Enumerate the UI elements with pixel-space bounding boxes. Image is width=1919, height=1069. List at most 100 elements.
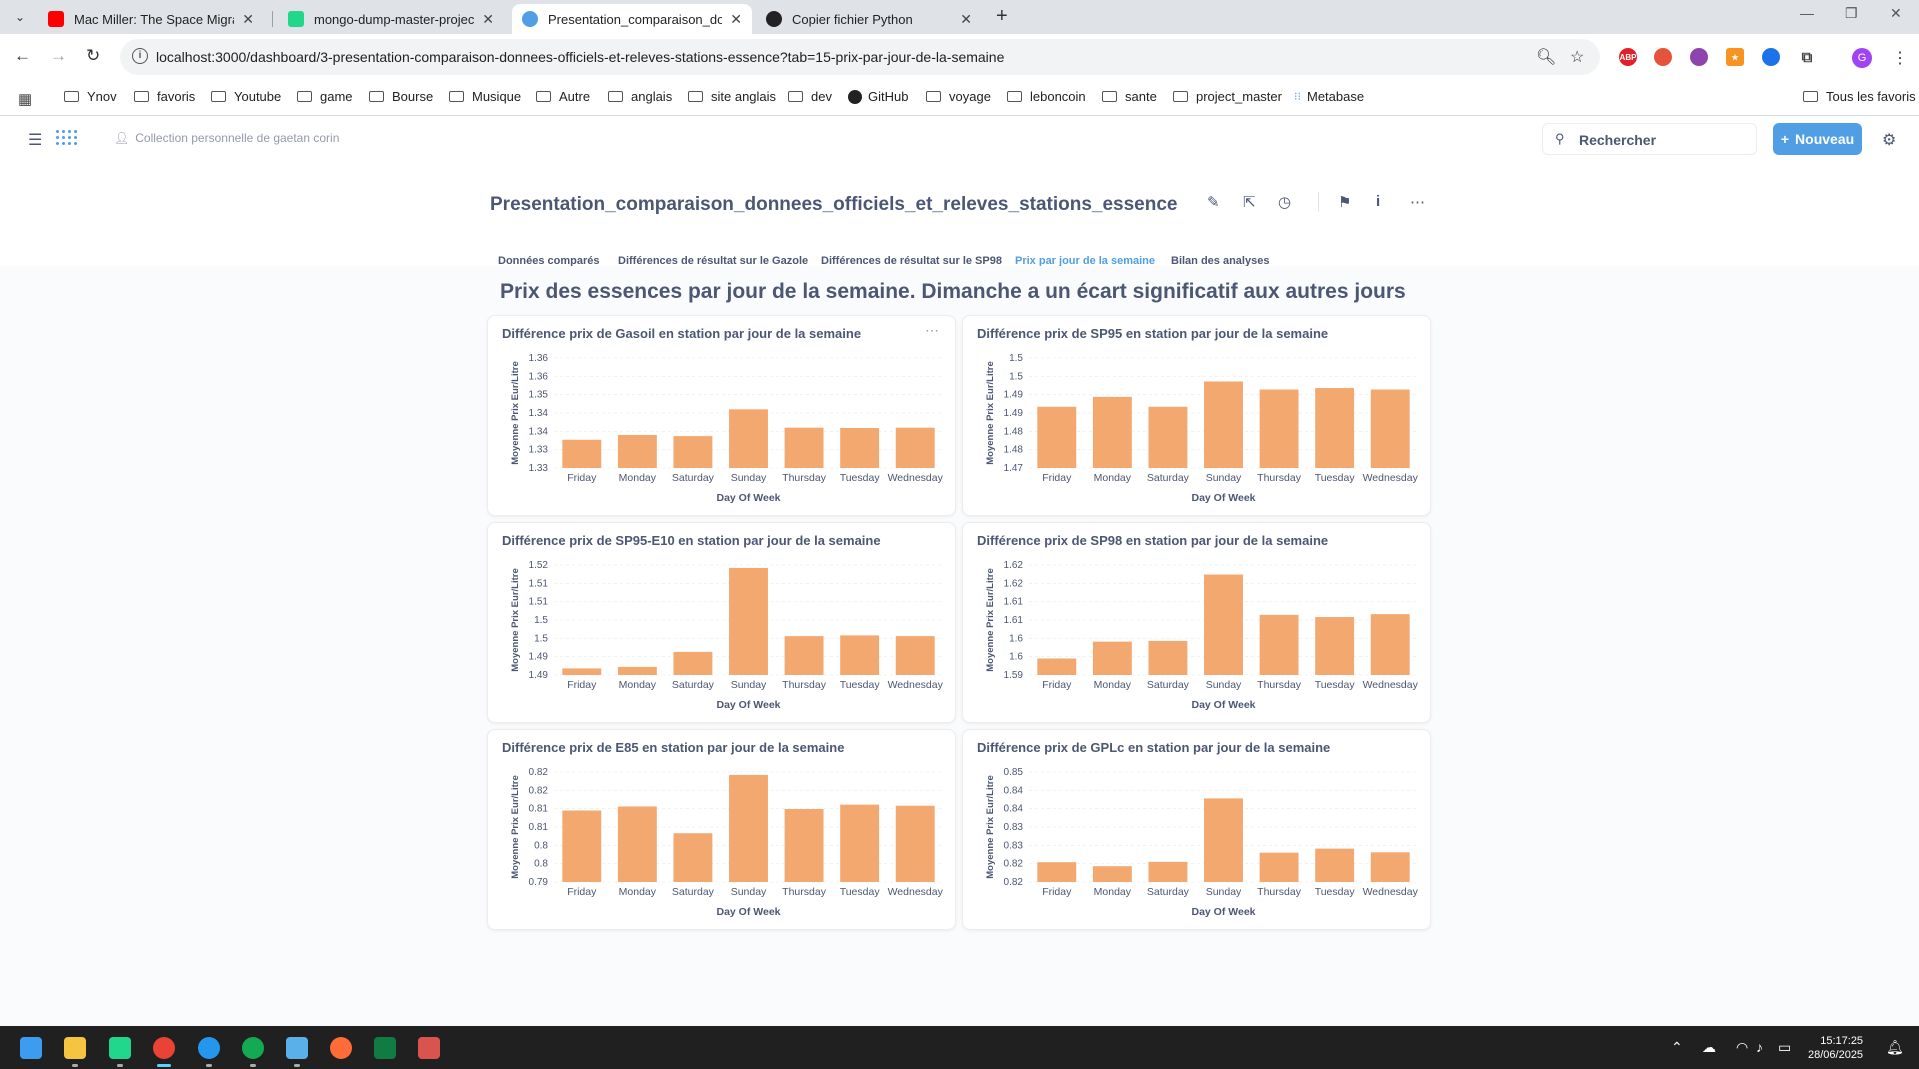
wifi-icon[interactable]: ◠ bbox=[1736, 1039, 1748, 1056]
close-icon[interactable]: ✕ bbox=[482, 11, 494, 28]
browser-tab-1[interactable]: Mac Miller: The Space Migration ✕ bbox=[38, 4, 264, 34]
bookmark-favoris[interactable]: favoris bbox=[134, 89, 195, 104]
mongodb-icon[interactable] bbox=[242, 1037, 264, 1059]
url-text[interactable]: localhost:3000/dashboard/3-presentation-… bbox=[156, 49, 1004, 65]
bookmark-ynov[interactable]: Ynov bbox=[64, 89, 117, 104]
onedrive-cloud-icon[interactable]: ☁ bbox=[1702, 1039, 1716, 1056]
back-arrow-icon[interactable]: ← bbox=[14, 46, 31, 66]
bar-sunday bbox=[1204, 381, 1243, 468]
bookmark-anglais[interactable]: anglais bbox=[608, 89, 672, 104]
browser-tab-4[interactable]: Copier fichier Python ✕ bbox=[756, 4, 982, 34]
postman-icon[interactable] bbox=[330, 1037, 352, 1059]
all-bookmarks[interactable]: Tous les favoris bbox=[1803, 89, 1916, 104]
y-tick-label: 1.33 bbox=[529, 445, 549, 456]
bookmark-bourse[interactable]: Bourse bbox=[369, 89, 433, 104]
calendar-app-icon[interactable] bbox=[418, 1037, 440, 1059]
breadcrumb[interactable]: 👤︎ Collection personnelle de gaetan cori… bbox=[114, 131, 339, 145]
bookmark-github[interactable]: GitHub bbox=[848, 89, 908, 104]
windows-start-icon[interactable] bbox=[20, 1037, 42, 1059]
bookmark-game[interactable]: game bbox=[297, 89, 353, 104]
battery-icon[interactable]: ▭ bbox=[1778, 1039, 1791, 1056]
close-window-icon[interactable]: ✕ bbox=[1890, 5, 1902, 22]
y-axis-label: Moyenne Prix Eur/Litre bbox=[985, 568, 996, 671]
bookmark-icon[interactable]: ⚑ bbox=[1338, 193, 1351, 211]
address-bar[interactable]: i localhost:3000/dashboard/3-presentatio… bbox=[120, 39, 1600, 75]
excel-icon[interactable] bbox=[374, 1037, 396, 1059]
extension-red-icon[interactable] bbox=[1654, 48, 1672, 66]
search-input[interactable]: ⚲ Rechercher bbox=[1542, 123, 1757, 155]
history-clock-icon[interactable]: ◷ bbox=[1278, 193, 1291, 211]
share-icon[interactable]: ⇱ bbox=[1243, 193, 1256, 211]
chrome-icon[interactable] bbox=[153, 1037, 175, 1059]
bookmark-dev[interactable]: dev bbox=[788, 89, 832, 104]
chart-card-gplc[interactable]: Différence prix de GPLc en station par j… bbox=[962, 729, 1431, 930]
chart-card-sp98[interactable]: Différence prix de SP98 en station par j… bbox=[962, 522, 1431, 723]
bookmark-musique[interactable]: Musique bbox=[449, 89, 521, 104]
bookmark-project-master[interactable]: project_master bbox=[1173, 89, 1282, 104]
y-tick-label: 1.5 bbox=[534, 633, 548, 644]
info-icon[interactable]: i bbox=[1376, 193, 1380, 210]
zoom-icon[interactable]: 🔍︎ bbox=[1536, 47, 1556, 67]
reload-icon[interactable]: ↻ bbox=[86, 46, 100, 66]
chart-card-sp95-e10[interactable]: Différence prix de SP95-E10 en station p… bbox=[487, 522, 956, 723]
docker-icon[interactable] bbox=[198, 1037, 220, 1059]
file-explorer-icon[interactable] bbox=[64, 1037, 86, 1059]
extensions-puzzle-icon[interactable]: ⧉ bbox=[1798, 48, 1816, 66]
browser-tab-2[interactable]: mongo-dump-master-project - ✕ bbox=[278, 4, 504, 34]
bookmark-metabase[interactable]: ⁝⁝ Metabase bbox=[1294, 89, 1364, 104]
extension-purple-icon[interactable] bbox=[1690, 48, 1708, 66]
site-info-icon[interactable]: i bbox=[132, 48, 148, 64]
gear-icon[interactable]: ⚙ bbox=[1882, 130, 1896, 150]
y-tick-label: 0.82 bbox=[1004, 877, 1024, 888]
y-tick-label: 0.84 bbox=[1004, 804, 1024, 815]
profile-avatar[interactable]: G bbox=[1852, 48, 1872, 68]
bookmark-star-icon[interactable]: ☆ bbox=[1570, 47, 1584, 67]
bar-thursday bbox=[784, 427, 824, 468]
tab-search-chevron-icon[interactable]: ⌄ bbox=[8, 6, 32, 28]
chart-card-sp95[interactable]: Différence prix de SP95 en station par j… bbox=[962, 315, 1431, 516]
chevron-up-icon[interactable]: ⌃ bbox=[1671, 1039, 1683, 1056]
close-icon[interactable]: ✕ bbox=[960, 11, 972, 28]
y-tick-label: 1.35 bbox=[529, 390, 549, 401]
page-title[interactable]: Presentation_comparaison_donnees_officie… bbox=[490, 194, 1178, 216]
browser-tab-3-active[interactable]: Presentation_comparaison_don ✕ bbox=[512, 4, 752, 34]
notification-bell-icon[interactable]: 🔔︎ bbox=[1886, 1039, 1904, 1056]
dashboard-canvas bbox=[0, 266, 1919, 1026]
y-tick-label: 1.48 bbox=[1004, 445, 1024, 456]
chart-card-gasoil[interactable]: Différence prix de Gasoil en station par… bbox=[487, 315, 956, 516]
apps-grid-icon[interactable]: ▦ bbox=[18, 90, 32, 108]
folder-icon bbox=[788, 91, 803, 102]
bookmark-voyage[interactable]: voyage bbox=[926, 89, 991, 104]
metabase-logo[interactable] bbox=[56, 128, 80, 148]
more-options-icon[interactable]: ⋯ bbox=[1410, 193, 1425, 211]
new-tab-plus-icon[interactable]: + bbox=[996, 5, 1008, 28]
system-clock[interactable]: 15:17:25 28/06/2025 bbox=[1808, 1034, 1863, 1062]
bar-thursday bbox=[1259, 389, 1299, 468]
close-icon[interactable]: ✕ bbox=[730, 11, 742, 28]
bookmark-leboncoin[interactable]: leboncoin bbox=[1007, 89, 1086, 104]
x-tick-label: Friday bbox=[1042, 472, 1072, 484]
close-icon[interactable]: ✕ bbox=[242, 11, 254, 28]
chart-card-e85[interactable]: Différence prix de E85 en station par jo… bbox=[487, 729, 956, 930]
bookmark-autre[interactable]: Autre bbox=[536, 89, 590, 104]
bookmark-youtube[interactable]: Youtube bbox=[211, 89, 281, 104]
adblock-icon[interactable]: ABP bbox=[1619, 48, 1637, 66]
minimize-icon[interactable]: — bbox=[1800, 5, 1814, 21]
volume-icon[interactable]: ♪ bbox=[1756, 1039, 1763, 1055]
x-tick-label: Wednesday bbox=[888, 679, 944, 691]
bookmark-site-anglais[interactable]: site anglais bbox=[688, 89, 776, 104]
pycharm-icon[interactable] bbox=[109, 1037, 131, 1059]
notepad-icon[interactable] bbox=[286, 1037, 308, 1059]
bookmark-sante[interactable]: sante bbox=[1102, 89, 1157, 104]
extension-star-icon[interactable]: ★ bbox=[1726, 48, 1744, 66]
forward-arrow-icon[interactable]: → bbox=[50, 46, 67, 66]
browser-menu-icon[interactable]: ⋮ bbox=[1892, 48, 1908, 68]
y-tick-label: 0.79 bbox=[529, 877, 549, 888]
new-button[interactable]: + Nouveau bbox=[1773, 123, 1862, 155]
hamburger-menu-icon[interactable]: ☰ bbox=[28, 130, 42, 150]
restore-icon[interactable]: ❐ bbox=[1845, 5, 1858, 22]
extension-blue-icon[interactable] bbox=[1762, 48, 1780, 66]
bar-wednesday bbox=[1370, 389, 1410, 468]
edit-pencil-icon[interactable]: ✎ bbox=[1207, 193, 1220, 211]
x-axis-label: Day Of Week bbox=[1192, 492, 1256, 504]
